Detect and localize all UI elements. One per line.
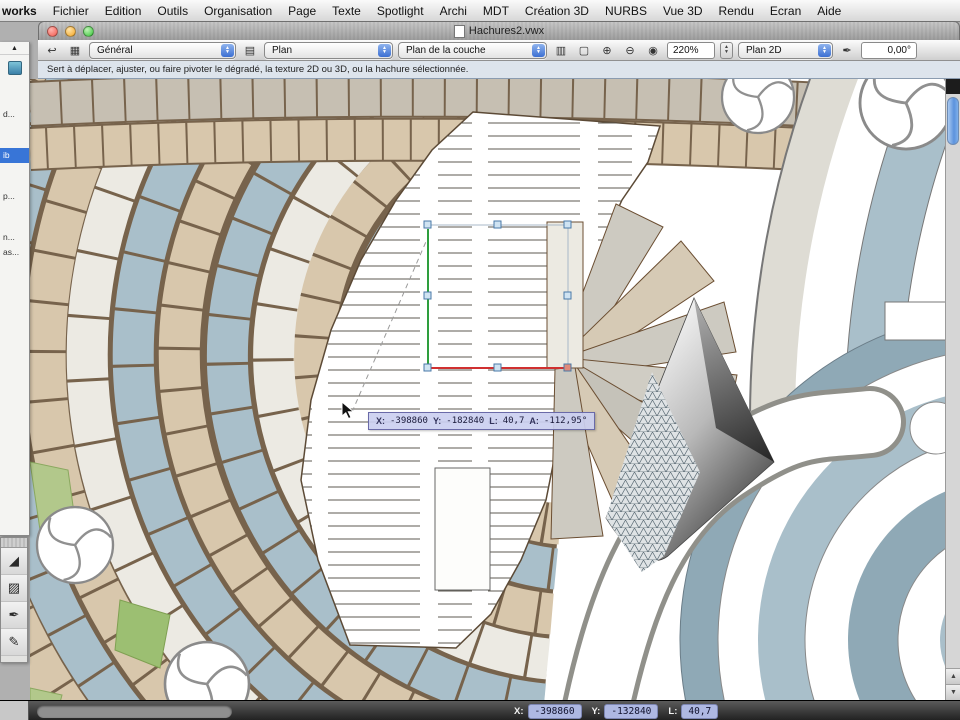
angle-field[interactable]: 0,00° bbox=[861, 41, 917, 59]
layers-icon[interactable]: ▤ bbox=[241, 42, 259, 59]
plane-dropdown[interactable]: Plan ▲ ▼ bbox=[264, 41, 393, 59]
databar-l-value: 40,7 bbox=[502, 416, 525, 426]
column-outline bbox=[434, 467, 491, 591]
scroll-corner-box[interactable] bbox=[946, 79, 960, 94]
palette-scroll-up-icon[interactable]: ▲ bbox=[0, 42, 29, 55]
screen: works Fichier Edition Outils Organisatio… bbox=[0, 0, 960, 720]
document-icon bbox=[453, 24, 465, 38]
pan-icon[interactable]: ◉ bbox=[644, 42, 662, 59]
dropdown-stepper-icon: ▲ ▼ bbox=[221, 43, 234, 57]
databar-y-value: -182840 bbox=[446, 416, 485, 426]
status-y-label: Y: bbox=[591, 705, 601, 717]
hint-text: Sert à déplacer, ajuster, ou faire pivot… bbox=[47, 64, 469, 75]
menu-item-ecran[interactable]: Ecran bbox=[762, 4, 809, 18]
pen-tool-icon[interactable]: ✒ bbox=[1, 602, 27, 629]
zoom-stepper[interactable]: ▲ ▼ bbox=[720, 41, 733, 59]
scroll-up-arrow[interactable]: ▲ bbox=[946, 668, 960, 684]
menu-item-rendu[interactable]: Rendu bbox=[711, 4, 762, 18]
window-controls bbox=[47, 26, 94, 37]
pen-style-icon[interactable]: ✒ bbox=[838, 42, 856, 59]
mode-dropdown[interactable]: Général ▲ ▼ bbox=[89, 41, 236, 59]
menu-item-app[interactable]: works bbox=[0, 4, 45, 18]
menu-item-mdt[interactable]: MDT bbox=[475, 4, 517, 18]
window-title: Hachures2.vwx bbox=[453, 24, 545, 38]
palette-item[interactable]: p... bbox=[0, 189, 29, 204]
mouse-cursor bbox=[341, 400, 356, 425]
databar-x-value: -398860 bbox=[390, 416, 428, 426]
left-palette: ▲ d... ib p... n... as... bbox=[0, 42, 30, 536]
close-button[interactable] bbox=[47, 26, 58, 37]
status-l-value[interactable]: 40,7 bbox=[681, 703, 719, 719]
zoom-in-icon[interactable]: ⊕ bbox=[598, 42, 616, 59]
hatch-tool-icon[interactable]: ▨ bbox=[1, 575, 27, 602]
status-x-label: X: bbox=[514, 705, 524, 717]
canvas-svg bbox=[30, 79, 945, 700]
menu-item-texte[interactable]: Texte bbox=[324, 4, 369, 18]
dropdown-stepper-icon: ▲ ▼ bbox=[532, 43, 545, 57]
zoom-field[interactable]: 220% bbox=[667, 41, 715, 59]
drawing-canvas[interactable] bbox=[30, 79, 945, 700]
window-title-text: Hachures2.vwx bbox=[468, 25, 545, 37]
status-x-value[interactable]: -398860 bbox=[527, 703, 582, 719]
menu-item-vue3d[interactable]: Vue 3D bbox=[655, 4, 711, 18]
menu-item-organisation[interactable]: Organisation bbox=[196, 4, 280, 18]
menu-item-spotlight[interactable]: Spotlight bbox=[369, 4, 432, 18]
palette-resource-icon bbox=[7, 61, 22, 75]
palette-item-selected[interactable]: ib bbox=[0, 148, 29, 163]
sheet-icon[interactable]: ▢ bbox=[575, 42, 593, 59]
zoom-out-icon[interactable]: ⊖ bbox=[621, 42, 639, 59]
menu-item-edition[interactable]: Edition bbox=[97, 4, 150, 18]
page-icon[interactable]: ▥ bbox=[552, 42, 570, 59]
menu-item-archi[interactable]: Archi bbox=[432, 4, 475, 18]
tool-palette: ◢ ▨ ✒ ✎ bbox=[0, 537, 28, 663]
layer-plane-dropdown[interactable]: Plan de la couche ▲ ▼ bbox=[398, 41, 547, 59]
scroll-down-arrow[interactable]: ▼ bbox=[946, 684, 960, 700]
building-detail-box bbox=[884, 301, 945, 341]
gradient-tool-icon[interactable]: ◢ bbox=[1, 548, 27, 575]
menu-item-page[interactable]: Page bbox=[280, 4, 324, 18]
window-title-bar[interactable]: Hachures2.vwx bbox=[38, 21, 960, 40]
palette-item[interactable]: n... bbox=[0, 230, 29, 245]
status-l-label: L: bbox=[668, 705, 678, 717]
dropdown-stepper-icon: ▲ ▼ bbox=[818, 43, 831, 57]
mode-dropdown-value: Général bbox=[97, 44, 133, 56]
plane-dropdown-value: Plan bbox=[272, 44, 293, 56]
pencil-tool-icon[interactable]: ✎ bbox=[1, 629, 27, 656]
hint-bar: Sert à déplacer, ajuster, ou faire pivot… bbox=[38, 61, 960, 79]
scrollbar-thumb[interactable] bbox=[947, 97, 959, 145]
palette-item[interactable]: d... bbox=[0, 107, 29, 122]
databar-a-label: A: bbox=[529, 416, 539, 426]
databar-x-label: X: bbox=[376, 416, 385, 426]
minimize-button[interactable] bbox=[65, 26, 76, 37]
view-dropdown[interactable]: Plan 2D ▲ ▼ bbox=[738, 41, 833, 59]
layer-plane-dropdown-value: Plan de la couche bbox=[406, 44, 486, 56]
angle-value: 0,00° bbox=[887, 44, 911, 56]
status-y-value[interactable]: -132840 bbox=[604, 703, 659, 719]
status-bar-corner bbox=[0, 701, 29, 720]
databar-y-label: Y: bbox=[432, 416, 442, 426]
menu-item-outils[interactable]: Outils bbox=[149, 4, 196, 18]
status-message-field bbox=[37, 704, 232, 718]
grid-icon[interactable]: ▦ bbox=[66, 42, 84, 59]
menu-bar: works Fichier Edition Outils Organisatio… bbox=[0, 0, 960, 22]
menu-item-creation3d[interactable]: Création 3D bbox=[517, 4, 597, 18]
databar-a-value: -112,95° bbox=[543, 416, 588, 426]
palette-item[interactable]: as... bbox=[0, 245, 29, 260]
tool-palette-title-bar[interactable] bbox=[1, 538, 27, 548]
status-bar: X: -398860 Y: -132840 L: 40,7 bbox=[0, 700, 960, 720]
dropdown-stepper-icon: ▲ ▼ bbox=[378, 43, 391, 57]
vertical-scrollbar[interactable]: ▲ ▼ bbox=[945, 79, 960, 700]
back-arrow-icon[interactable]: ↩ bbox=[43, 42, 61, 59]
menu-item-nurbs[interactable]: NURBS bbox=[597, 4, 655, 18]
floating-databar: X: -398860 Y: -182840 L: 40,7 A: -112,95… bbox=[368, 412, 596, 430]
zoom-button[interactable] bbox=[83, 26, 94, 37]
databar-l-label: L: bbox=[489, 416, 498, 426]
menu-item-fichier[interactable]: Fichier bbox=[45, 4, 97, 18]
zoom-value: 220% bbox=[673, 44, 699, 56]
menu-item-aide[interactable]: Aide bbox=[809, 4, 849, 18]
view-dropdown-value: Plan 2D bbox=[746, 44, 782, 56]
view-bar: ↩ ▦ Général ▲ ▼ ▤ Plan ▲ ▼ Plan de la couc… bbox=[38, 40, 960, 61]
